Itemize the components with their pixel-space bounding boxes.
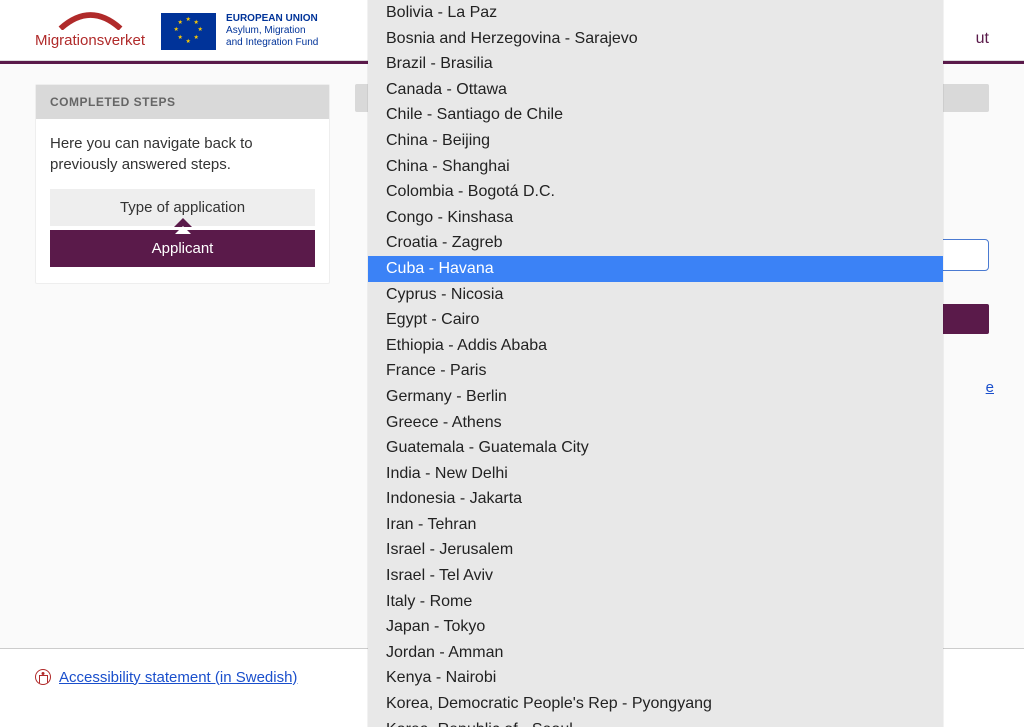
dropdown-option[interactable]: Bosnia and Herzegovina - Sarajevo — [368, 26, 943, 52]
logo-area: Migrationsverket ★ ★ ★ ★ ★ ★ ★ ★ EUROPEA… — [35, 10, 318, 50]
dropdown-option[interactable]: Kenya - Nairobi — [368, 665, 943, 691]
brand-text: Migrationsverket — [35, 32, 145, 49]
dropdown-option[interactable]: Israel - Jerusalem — [368, 537, 943, 563]
dropdown-option[interactable]: Brazil - Brasilia — [368, 51, 943, 77]
step-type-of-application[interactable]: Type of application — [50, 189, 315, 226]
eu-text: EUROPEAN UNION Asylum, Migration and Int… — [226, 13, 318, 49]
dropdown-option[interactable]: Germany - Berlin — [368, 384, 943, 410]
dropdown-option[interactable]: Korea, Republic of - Seoul — [368, 717, 943, 727]
dropdown-option[interactable]: Italy - Rome — [368, 589, 943, 615]
dropdown-option[interactable]: Indonesia - Jakarta — [368, 486, 943, 512]
sidebar-body: Here you can navigate back to previously… — [36, 119, 329, 283]
completed-steps-panel: COMPLETED STEPS Here you can navigate ba… — [35, 84, 330, 284]
partially-hidden-link[interactable]: e — [986, 379, 994, 396]
dropdown-option[interactable]: Congo - Kinshasa — [368, 205, 943, 231]
dropdown-option[interactable]: India - New Delhi — [368, 461, 943, 487]
step-label: Applicant — [152, 240, 214, 257]
dropdown-option[interactable]: Croatia - Zagreb — [368, 230, 943, 256]
embassy-dropdown-list[interactable]: Bolivia - La PazBosnia and Herzegovina -… — [368, 0, 943, 727]
eu-flag-icon: ★ ★ ★ ★ ★ ★ ★ ★ — [161, 13, 216, 50]
dropdown-option[interactable]: Israel - Tel Aviv — [368, 563, 943, 589]
dropdown-option[interactable]: Cyprus - Nicosia — [368, 282, 943, 308]
dropdown-option[interactable]: Jordan - Amman — [368, 640, 943, 666]
eu-funding-block: ★ ★ ★ ★ ★ ★ ★ ★ EUROPEAN UNION Asylum, M… — [161, 13, 318, 50]
dropdown-option[interactable]: Colombia - Bogotá D.C. — [368, 179, 943, 205]
dropdown-option[interactable]: Japan - Tokyo — [368, 614, 943, 640]
arc-icon — [53, 10, 128, 30]
sidebar-header: COMPLETED STEPS — [36, 85, 329, 119]
sidebar-description: Here you can navigate back to previously… — [50, 133, 315, 175]
dropdown-option[interactable]: Iran - Tehran — [368, 512, 943, 538]
header-right-fragment[interactable]: ut — [976, 30, 989, 48]
dropdown-option[interactable]: China - Shanghai — [368, 154, 943, 180]
dropdown-option[interactable]: France - Paris — [368, 358, 943, 384]
dropdown-option[interactable]: Greece - Athens — [368, 410, 943, 436]
dropdown-option[interactable]: Ethiopia - Addis Ababa — [368, 333, 943, 359]
eu-sub1: Asylum, Migration — [226, 25, 318, 37]
dropdown-option[interactable]: Canada - Ottawa — [368, 77, 943, 103]
step-applicant[interactable]: Applicant — [50, 230, 315, 267]
dropdown-option[interactable]: Cuba - Havana — [368, 256, 943, 282]
accessibility-text: Accessibility statement (in Swedish) — [59, 669, 297, 686]
dropdown-option[interactable]: Bolivia - La Paz — [368, 0, 943, 26]
dropdown-option[interactable]: Chile - Santiago de Chile — [368, 102, 943, 128]
dropdown-option[interactable]: Guatemala - Guatemala City — [368, 435, 943, 461]
accessibility-link[interactable]: Accessibility statement (in Swedish) — [35, 669, 297, 686]
step-label: Type of application — [120, 199, 245, 216]
eu-sub2: and Integration Fund — [226, 37, 318, 49]
migrationsverket-logo[interactable]: Migrationsverket — [35, 10, 145, 49]
dropdown-option[interactable]: Korea, Democratic People's Rep - Pyongya… — [368, 691, 943, 717]
eu-title: EUROPEAN UNION — [226, 13, 318, 25]
accessibility-icon — [35, 669, 51, 685]
dropdown-option[interactable]: Egypt - Cairo — [368, 307, 943, 333]
dropdown-option[interactable]: China - Beijing — [368, 128, 943, 154]
